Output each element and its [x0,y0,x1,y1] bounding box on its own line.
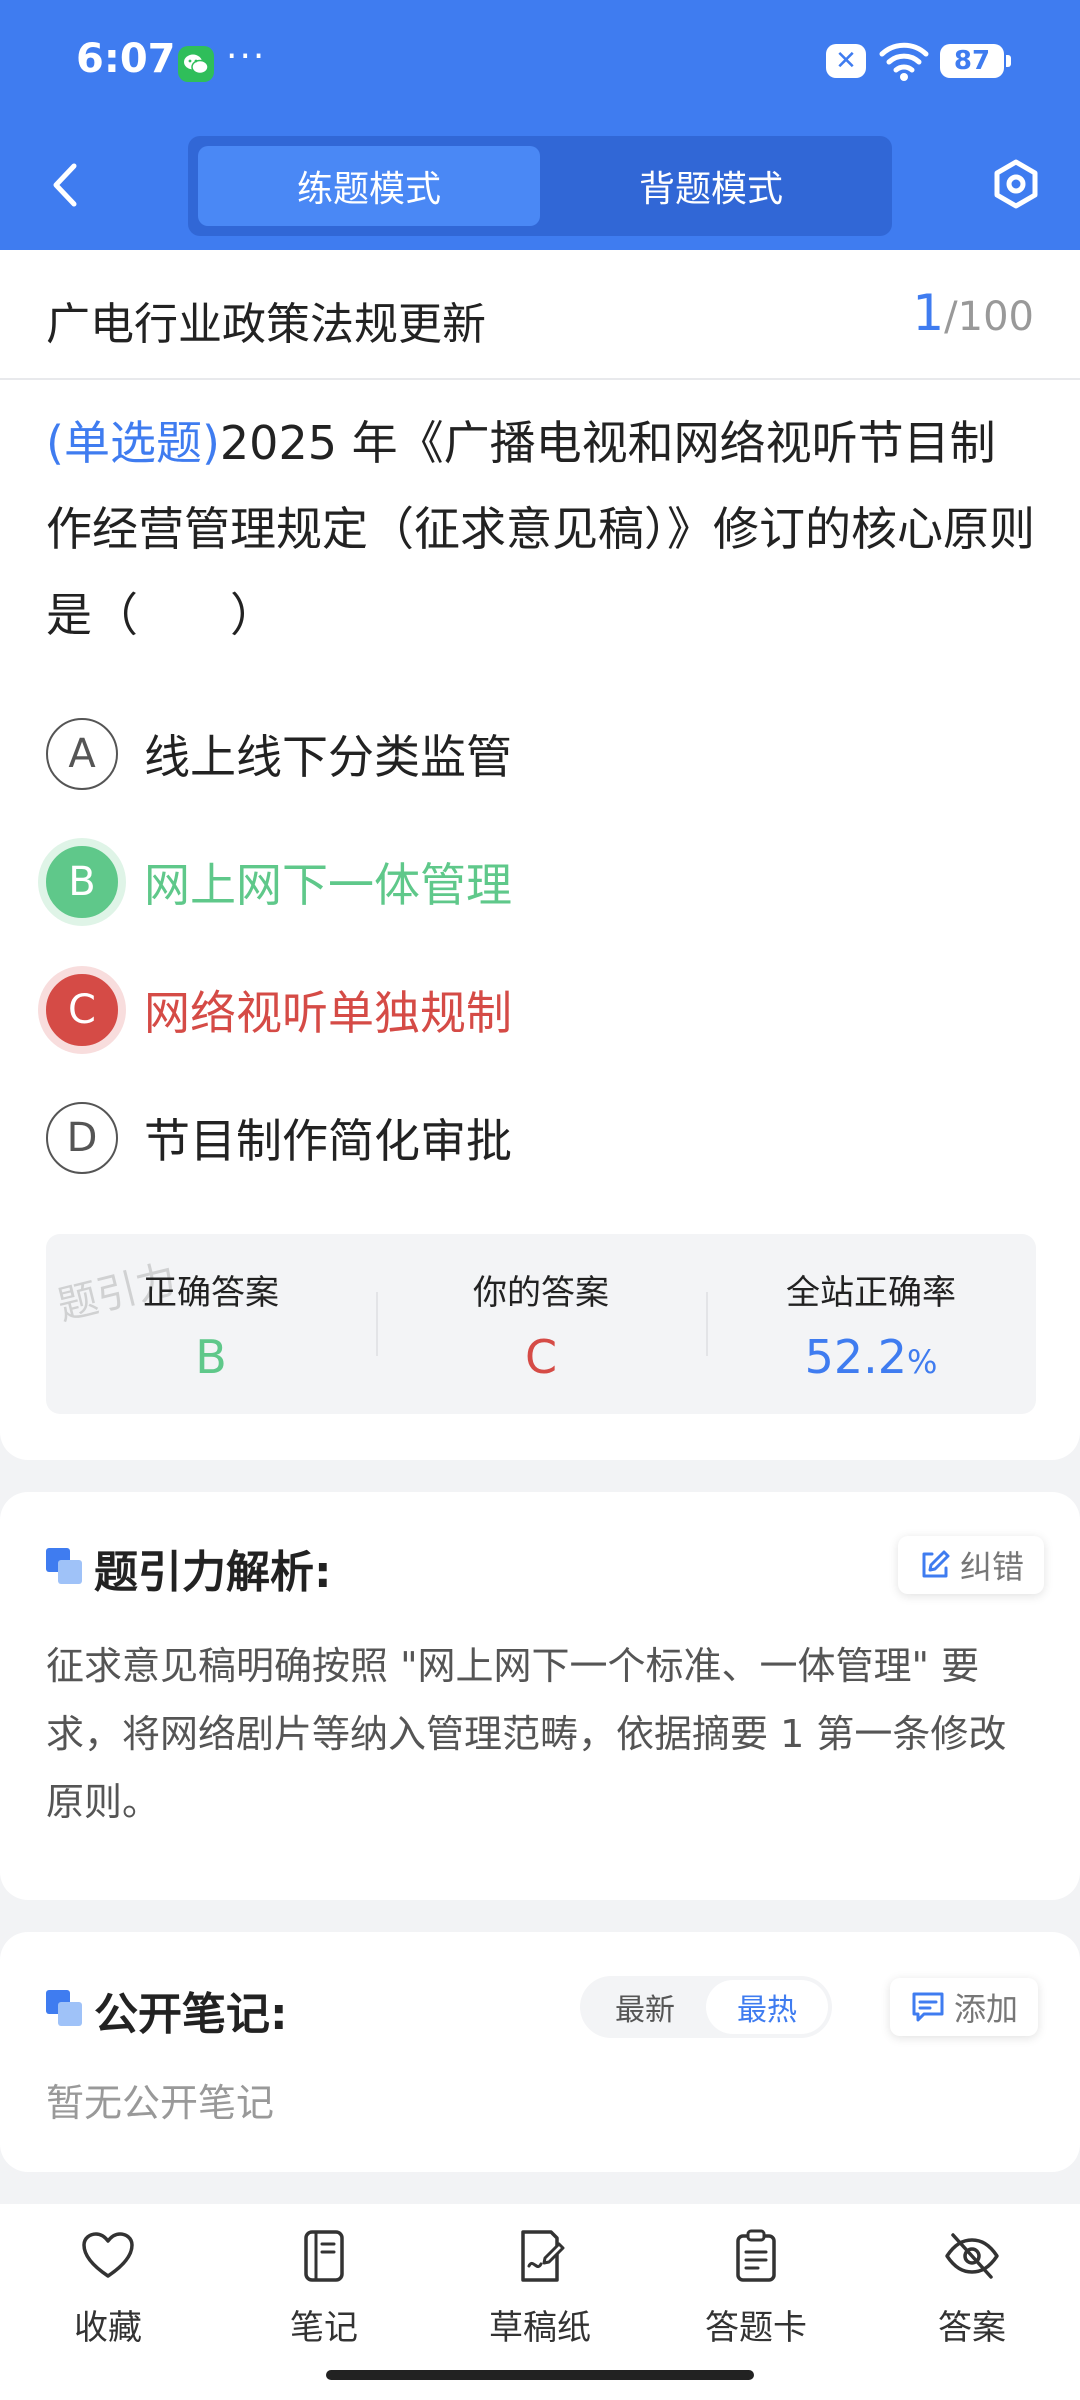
add-note-button[interactable]: 添加 [890,1978,1039,2036]
stat-your-answer: 你的答案 C [376,1234,706,1414]
option-label: 节目制作简化审批 [144,1114,512,1168]
favorite-button[interactable]: 收藏 [0,2226,216,2400]
edit-icon [922,1550,950,1578]
your-answer-value: C [524,1329,558,1384]
question-title-row: 广电行业政策法规更新 1/100 [0,250,1080,380]
analysis-text: 征求意见稿明确按照 "网上网下一个标准、一体管理" 要求，将网络剧片等纳入管理范… [46,1644,1007,1824]
empty-notes-text: 暂无公开笔记 [46,2081,275,2125]
battery-indicator: 87 [940,44,1011,78]
answer-stats: 题引力 正确答案 B 你的答案 C 全站正确率 52.2% [46,1234,1036,1414]
option-letter: A [46,718,118,790]
question-card: 广电行业政策法规更新 1/100 (单选题)2025 年《广播电视和网络视听节目… [0,250,1080,1460]
question-type: (单选题) [46,416,220,470]
toolbar-label: 笔记 [290,2308,358,2348]
question-counter[interactable]: 1/100 [912,284,1034,342]
status-bar: 6:07 ··· ✕ 87 [0,0,1080,120]
back-button[interactable] [40,155,90,215]
option-label: 网上网下一体管理 [144,858,512,912]
counter-current: 1 [912,284,945,342]
settings-button[interactable] [988,154,1044,214]
stat-correct-answer: 正确答案 B [46,1234,376,1414]
option-label: 网络视听单独规制 [144,986,512,1040]
section-squares-icon [46,1548,82,1584]
accuracy-number: 52.2 [804,1329,907,1384]
option-label: 线上线下分类监管 [144,730,512,784]
stat-title: 全站正确率 [786,1272,956,1313]
show-answer-button[interactable]: 答案 [864,2226,1080,2400]
status-time: 6:07 [76,36,176,82]
notes-title: 公开笔记: [94,1989,288,2040]
question-text: (单选题)2025 年《广播电视和网络视听节目制作经营管理规定（征求意见稿）》修… [46,400,1036,658]
public-notes-card: 公开笔记: 最新 最热 添加 暂无公开笔记 [0,1932,1080,2172]
toolbar-label: 草稿纸 [489,2308,591,2348]
sort-newest[interactable]: 最新 [584,1980,706,2034]
home-indicator[interactable] [326,2370,754,2380]
analysis-card: 题引力解析: 纠错 征求意见稿明确按照 "网上网下一个标准、一体管理" 要求，将… [0,1492,1080,1900]
tab-practice-mode[interactable]: 练题模式 [198,146,540,226]
option-a[interactable]: A 线上线下分类监管 [46,714,1036,794]
stat-accuracy: 全站正确率 52.2% [706,1234,1036,1414]
draft-icon [510,2226,570,2286]
eye-off-icon [942,2226,1002,2286]
option-c[interactable]: C 网络视听单独规制 [46,970,1036,1050]
tab-memorize-mode[interactable]: 背题模式 [540,146,882,226]
report-error-button[interactable]: 纠错 [898,1536,1045,1594]
heart-icon [78,2226,138,2286]
more-notifications-icon: ··· [226,36,267,77]
accuracy-value: 52.2% [805,1330,938,1384]
option-letter: B [46,846,118,918]
question-category: 广电行业政策法规更新 [46,299,486,350]
stat-title: 你的答案 [473,1272,609,1313]
correct-answer-value: B [195,1329,227,1384]
notebook-icon [294,2226,354,2286]
analysis-title: 题引力解析: [94,1547,332,1598]
toolbar-label: 收藏 [74,2308,142,2348]
section-squares-icon [46,1990,82,2026]
counter-total: /100 [944,294,1034,340]
notes-sort-toggle: 最新 最热 [580,1976,832,2038]
sort-hottest[interactable]: 最热 [706,1980,828,2034]
option-letter: D [46,1102,118,1174]
clipboard-icon [726,2226,786,2286]
option-letter: C [46,974,118,1046]
wechat-icon [178,46,214,82]
option-d[interactable]: D 节目制作简化审批 [46,1098,1036,1178]
add-note-label: 添加 [954,1990,1019,2028]
option-b[interactable]: B 网上网下一体管理 [46,842,1036,922]
report-error-label: 纠错 [960,1548,1025,1586]
mode-switch: 练题模式 背题模式 [188,136,892,236]
header: 6:07 ··· ✕ 87 练题模式 背题模式 [0,0,1080,250]
accuracy-unit: % [907,1342,938,1381]
toolbar-label: 答案 [938,2308,1006,2348]
close-notification-icon: ✕ [826,44,866,78]
comment-icon [912,1992,944,2022]
toolbar-label: 答题卡 [705,2308,807,2348]
wifi-icon [878,40,930,82]
chevron-left-icon [53,163,77,207]
settings-hexagon-icon [994,159,1038,209]
stat-title: 正确答案 [143,1272,279,1313]
